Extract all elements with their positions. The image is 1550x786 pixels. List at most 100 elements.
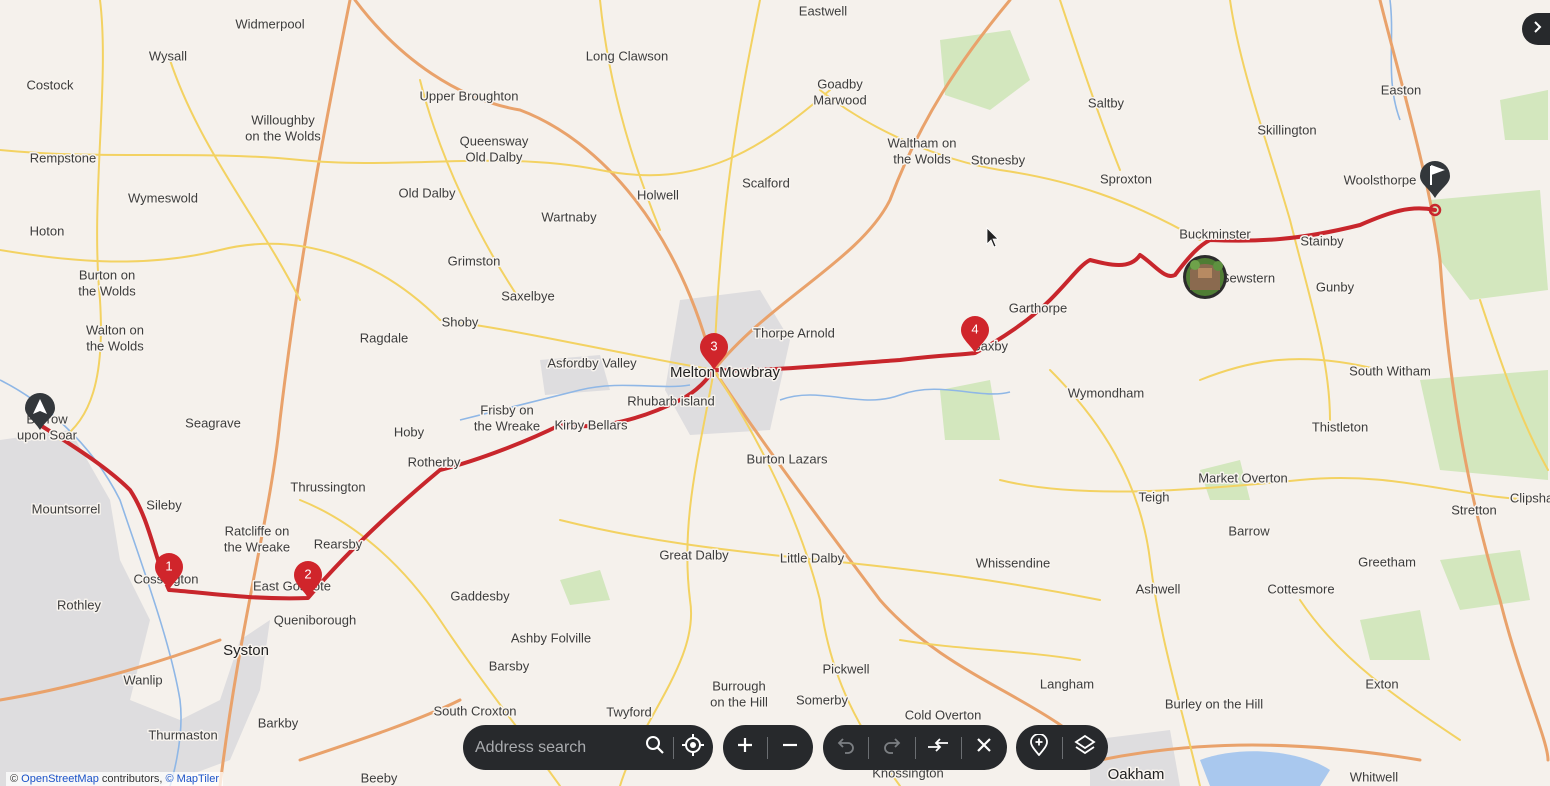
map-attribution: © OpenStreetMap contributors, © MapTiler bbox=[6, 772, 224, 786]
place-label: Widmerpool bbox=[235, 16, 304, 31]
map-canvas[interactable]: Widmerpool Eastwell Wysall Long Clawson Cost… bbox=[0, 0, 1550, 786]
address-search-input[interactable] bbox=[473, 737, 637, 758]
place-label: Gunby bbox=[1316, 279, 1355, 294]
waypoint-number: 4 bbox=[971, 321, 978, 336]
place-label: Saltby bbox=[1088, 95, 1125, 110]
place-label: Old Dalby bbox=[398, 185, 456, 200]
route-edit-toolbar bbox=[823, 725, 1007, 770]
expand-panel-button[interactable] bbox=[1522, 13, 1550, 45]
place-label: Walton on bbox=[86, 322, 144, 337]
place-label: Thurmaston bbox=[148, 727, 217, 742]
place-label: Shoby bbox=[442, 314, 479, 329]
place-label: Clipsham bbox=[1510, 490, 1550, 505]
place-label: the Wolds bbox=[86, 338, 144, 353]
clear-route-button[interactable] bbox=[962, 725, 1007, 770]
place-label: the Wolds bbox=[78, 283, 136, 298]
place-label: Hoton bbox=[30, 223, 65, 238]
place-label: Waltham on bbox=[888, 135, 957, 150]
zoom-out-button[interactable] bbox=[768, 725, 812, 770]
place-label: Marwood bbox=[813, 92, 866, 107]
place-label: Wysall bbox=[149, 48, 187, 63]
locate-button[interactable] bbox=[674, 725, 713, 770]
openstreetmap-link[interactable]: OpenStreetMap bbox=[21, 773, 99, 785]
place-label: Burley on the Hill bbox=[1165, 696, 1263, 711]
maptiler-link[interactable]: © MapTiler bbox=[165, 773, 219, 785]
place-label: Seagrave bbox=[185, 415, 241, 430]
place-label: Somerby bbox=[796, 692, 849, 707]
place-label: Whitwell bbox=[1350, 769, 1399, 784]
place-label: Market Overton bbox=[1198, 470, 1288, 485]
search-button[interactable] bbox=[637, 725, 673, 770]
locate-crosshair-icon bbox=[682, 734, 705, 761]
search-toolbar bbox=[463, 725, 713, 770]
place-label: Greetham bbox=[1358, 554, 1416, 569]
place-label: South Croxton bbox=[433, 703, 516, 718]
place-label: Barsby bbox=[489, 658, 530, 673]
place-label: Long Clawson bbox=[586, 48, 668, 63]
place-label: Frisby on bbox=[480, 402, 533, 417]
copyright-symbol: © bbox=[10, 773, 19, 785]
place-label: Easton bbox=[1381, 82, 1421, 97]
place-label: Wartnaby bbox=[541, 209, 597, 224]
undo-icon bbox=[837, 736, 855, 759]
place-label: Upper Broughton bbox=[419, 88, 518, 103]
place-label: Woolsthorpe bbox=[1344, 172, 1417, 187]
layers-button[interactable] bbox=[1062, 725, 1108, 770]
place-label: Buckminster bbox=[1179, 226, 1251, 241]
place-label: on the Hill bbox=[710, 694, 768, 709]
place-label: South Witham bbox=[1349, 363, 1431, 378]
place-label: Stainby bbox=[1300, 233, 1344, 248]
place-label: Whissendine bbox=[976, 555, 1050, 570]
place-label: Skillington bbox=[1257, 122, 1316, 137]
place-label: Gaddesby bbox=[450, 588, 510, 603]
place-label: Rothley bbox=[57, 597, 102, 612]
place-label: Rhubarb island bbox=[627, 393, 714, 408]
place-label: Burrough bbox=[712, 678, 765, 693]
place-label: Thorpe Arnold bbox=[753, 325, 835, 340]
undo-button[interactable] bbox=[823, 725, 868, 770]
place-label: Cold Overton bbox=[905, 707, 982, 722]
place-label: Kirby Bellars bbox=[555, 417, 628, 432]
place-label: Twyford bbox=[606, 704, 652, 719]
place-label: Burton Lazars bbox=[747, 451, 828, 466]
place-label: Goadby bbox=[817, 76, 863, 91]
place-label: Great Dalby bbox=[659, 547, 729, 562]
place-label: Exton bbox=[1365, 676, 1398, 691]
place-label: Ratcliffe on bbox=[225, 523, 290, 538]
photo-thumbnail-icon[interactable] bbox=[1183, 255, 1227, 299]
place-label: Wymeswold bbox=[128, 190, 198, 205]
place-label: Sewstern bbox=[1221, 270, 1275, 285]
place-label: the Wreake bbox=[224, 539, 290, 554]
add-location-button[interactable] bbox=[1016, 725, 1062, 770]
place-label: Teigh bbox=[1138, 489, 1169, 504]
waypoint-number: 3 bbox=[710, 338, 717, 353]
place-label: Rotherby bbox=[408, 454, 461, 469]
place-label: Ashwell bbox=[1136, 581, 1181, 596]
close-icon bbox=[976, 737, 992, 758]
place-label: Wanlip bbox=[123, 672, 162, 687]
place-label: Stonesby bbox=[971, 152, 1026, 167]
place-label: Old Dalby bbox=[465, 149, 523, 164]
place-label: Pickwell bbox=[823, 661, 870, 676]
place-label: Langham bbox=[1040, 676, 1094, 691]
reverse-route-button[interactable] bbox=[916, 725, 961, 770]
place-label: Stretton bbox=[1451, 502, 1497, 517]
copyright-symbol: © bbox=[165, 773, 174, 785]
place-label: Syston bbox=[223, 642, 269, 659]
redo-button[interactable] bbox=[869, 725, 914, 770]
place-label: Eastwell bbox=[799, 3, 848, 18]
reverse-route-icon bbox=[926, 735, 950, 760]
place-label: Oakham bbox=[1108, 766, 1165, 783]
attribution-contributors: contributors, bbox=[101, 773, 163, 785]
place-label: Queensway bbox=[460, 133, 529, 148]
place-label: Willoughby bbox=[251, 112, 315, 127]
place-label: Queniborough bbox=[274, 612, 356, 627]
place-label: Burton on bbox=[79, 267, 135, 282]
place-label: Ashby Folville bbox=[511, 630, 591, 645]
place-label: Wymondham bbox=[1068, 385, 1144, 400]
place-label: Melton Mowbray bbox=[670, 364, 781, 381]
zoom-in-button[interactable] bbox=[723, 725, 767, 770]
place-label: Holwell bbox=[637, 187, 679, 202]
place-label: Scalford bbox=[742, 175, 790, 190]
chevron-right-icon bbox=[1530, 20, 1544, 39]
